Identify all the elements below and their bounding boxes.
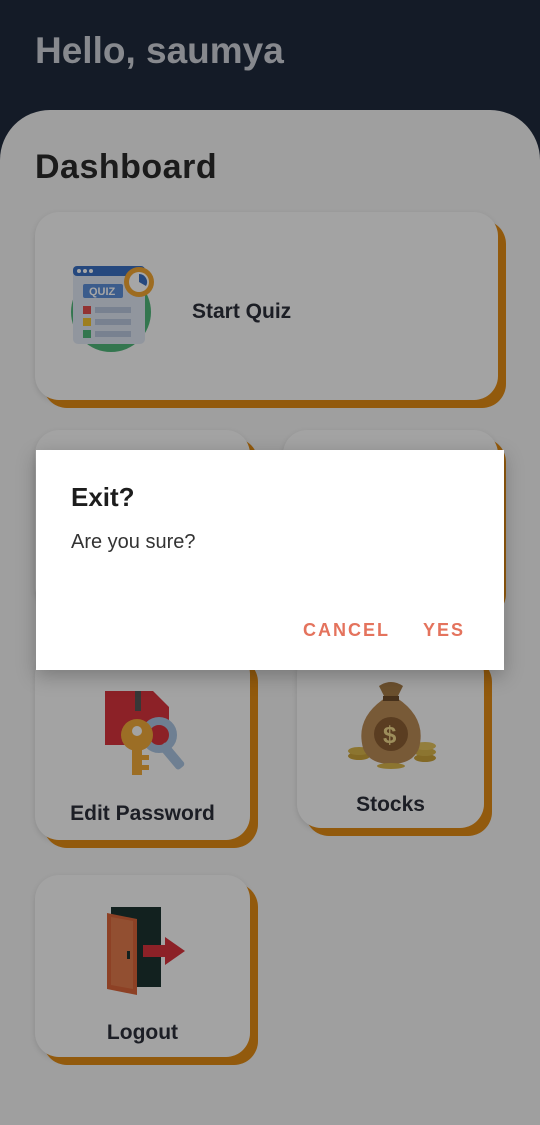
exit-dialog: Exit? Are you sure? CANCEL YES <box>36 450 504 670</box>
dialog-title: Exit? <box>71 482 135 512</box>
yes-button[interactable]: YES <box>423 620 465 641</box>
cancel-button[interactable]: CANCEL <box>303 620 390 641</box>
dialog-message: Are you sure? <box>71 531 196 553</box>
